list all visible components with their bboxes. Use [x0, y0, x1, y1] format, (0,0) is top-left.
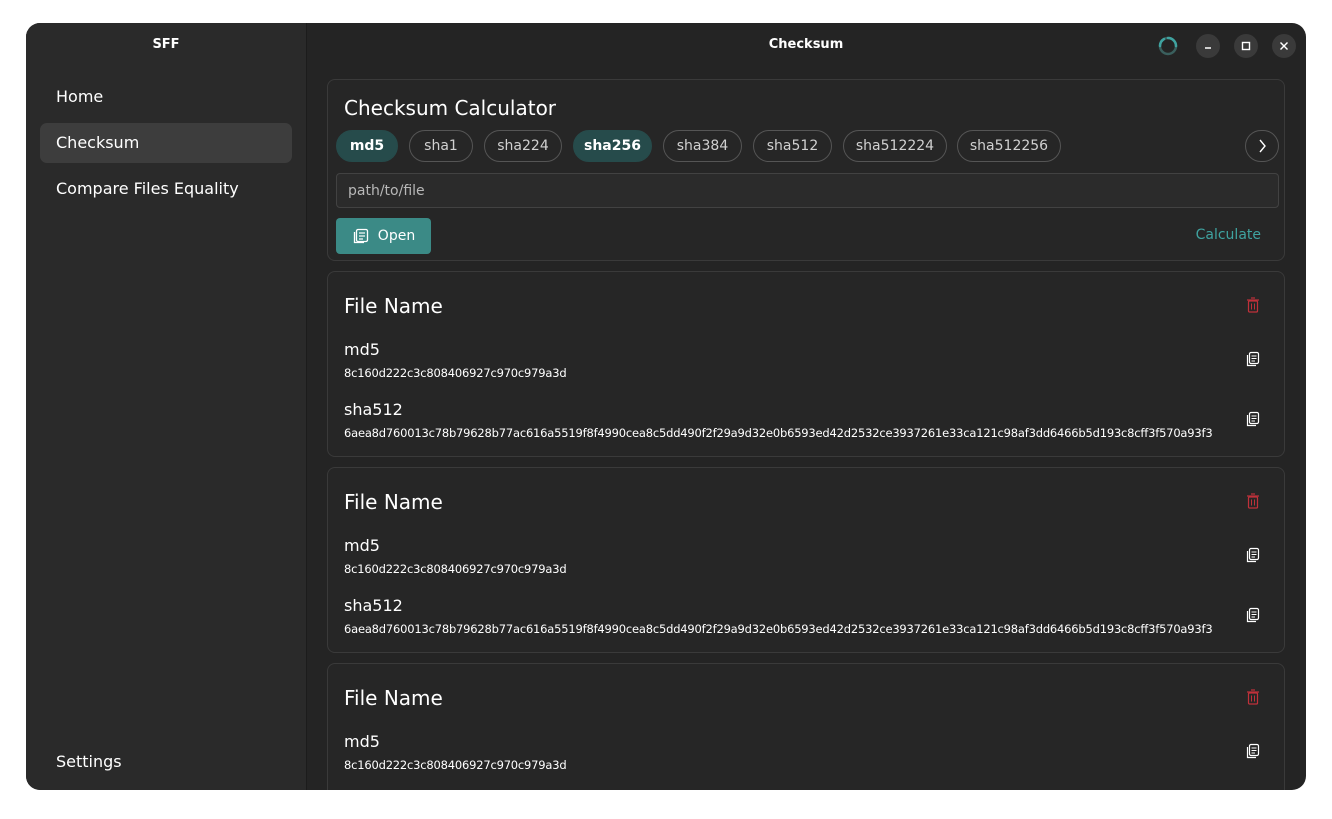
copy-icon: [1246, 351, 1260, 367]
chip-sha1[interactable]: sha1: [409, 130, 473, 162]
open-button-label: Open: [377, 228, 416, 244]
delete-button[interactable]: [1242, 294, 1264, 316]
close-button[interactable]: [1272, 34, 1296, 58]
minimize-icon: [1205, 47, 1211, 49]
hash-algorithm: sha512: [344, 596, 403, 615]
chevron-right-icon: [1259, 139, 1266, 153]
hash-value: 8c160d222c3c808406927c970c979a3d: [344, 366, 567, 380]
chip-sha512[interactable]: sha512: [753, 130, 832, 162]
trash-icon: [1247, 689, 1259, 705]
trash-icon: [1247, 297, 1259, 313]
file-name: File Name: [344, 294, 443, 318]
minimize-button[interactable]: [1196, 34, 1220, 58]
chip-sha224[interactable]: sha224: [484, 130, 562, 162]
hash-value: 8c160d222c3c808406927c970c979a3d: [344, 562, 567, 576]
sidebar: SFF Home Checksum Compare Files Equality…: [26, 23, 307, 790]
hash-algorithm: md5: [344, 340, 380, 359]
file-name: File Name: [344, 490, 443, 514]
delete-button[interactable]: [1242, 490, 1264, 512]
chip-sha512224[interactable]: sha512224: [843, 130, 947, 162]
sidebar-item-home[interactable]: Home: [40, 77, 292, 117]
copy-icon: [1246, 411, 1260, 427]
copy-button[interactable]: [1242, 408, 1264, 430]
result-card: File Name md5 8c160d222c3c808406927c970c…: [327, 663, 1285, 790]
app-title: SFF: [152, 37, 180, 52]
file-path-input[interactable]: [336, 173, 1279, 208]
file-name: File Name: [344, 686, 443, 710]
hash-value: 8c160d222c3c808406927c970c979a3d: [344, 758, 567, 772]
calculator-title: Checksum Calculator: [344, 96, 557, 120]
hash-algorithm: sha512: [344, 400, 403, 419]
chip-sha384[interactable]: sha384: [663, 130, 742, 162]
result-card: File Name md5 8c160d222c3c808406927c970c…: [327, 271, 1285, 457]
copy-icon: [1246, 607, 1260, 623]
hash-value: 6aea8d760013c78b79628b77ac616a5519f8f499…: [344, 426, 1213, 440]
copy-button[interactable]: [1242, 544, 1264, 566]
chips-scroll-next-button[interactable]: [1245, 130, 1279, 162]
delete-button[interactable]: [1242, 686, 1264, 708]
checksum-calculator-card: Checksum Calculator md5 sha1 sha224 sha2…: [327, 79, 1285, 261]
chip-md5[interactable]: md5: [336, 130, 398, 162]
maximize-button[interactable]: [1234, 34, 1258, 58]
hash-value: 6aea8d760013c78b79628b77ac616a5519f8f499…: [344, 622, 1213, 636]
app-window: SFF Home Checksum Compare Files Equality…: [26, 23, 1306, 790]
spinner-icon: [1158, 36, 1178, 56]
copy-button[interactable]: [1242, 740, 1264, 762]
close-icon: [1280, 42, 1288, 50]
open-button[interactable]: Open: [336, 218, 431, 254]
chip-sha256[interactable]: sha256: [573, 130, 652, 162]
sidebar-item-settings[interactable]: Settings: [56, 752, 122, 771]
chip-sha512256[interactable]: sha512256: [957, 130, 1061, 162]
page-title: Checksum: [768, 37, 844, 52]
copy-icon: [1246, 743, 1260, 759]
copy-button[interactable]: [1242, 348, 1264, 370]
sidebar-item-checksum[interactable]: Checksum: [40, 123, 292, 163]
copy-button[interactable]: [1242, 604, 1264, 626]
copy-icon: [1246, 547, 1260, 563]
hash-algorithm: md5: [344, 536, 380, 555]
hash-algorithm: md5: [344, 732, 380, 751]
maximize-icon: [1241, 41, 1251, 51]
trash-icon: [1247, 493, 1259, 509]
calculate-button[interactable]: Calculate: [1196, 227, 1261, 243]
sidebar-item-compare-files[interactable]: Compare Files Equality: [40, 169, 292, 209]
open-file-icon: [353, 228, 368, 244]
result-card: File Name md5 8c160d222c3c808406927c970c…: [327, 467, 1285, 653]
